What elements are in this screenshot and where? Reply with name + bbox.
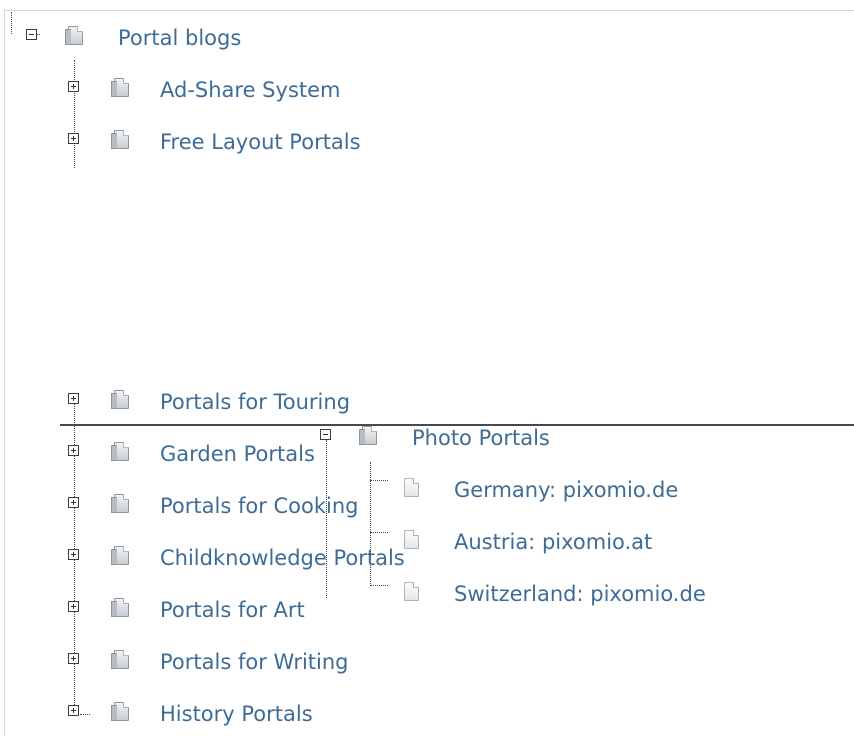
folder-icon <box>111 78 129 97</box>
folder-icon <box>111 130 129 149</box>
folder-icon <box>111 442 129 461</box>
tree-node-portals-for-art[interactable]: Portals for Art <box>68 598 368 626</box>
tree-node-portals-for-touring[interactable]: Portals for Touring <box>68 390 428 418</box>
folder-icon <box>111 546 129 565</box>
tree-node-label: Austria: pixomio.at <box>454 530 653 554</box>
expand-icon[interactable] <box>68 549 79 560</box>
expand-icon[interactable] <box>68 393 79 404</box>
tree-panel <box>4 10 854 736</box>
tree-connector-line <box>326 440 327 598</box>
expand-icon[interactable] <box>68 497 79 508</box>
folder-icon <box>111 598 129 617</box>
folder-icon <box>111 390 129 409</box>
expand-icon[interactable] <box>68 705 79 716</box>
tree-node-label: Ad-Share System <box>160 78 341 102</box>
tree-node-portal-blogs[interactable]: Portal blogs <box>26 26 286 54</box>
expand-icon[interactable] <box>68 653 79 664</box>
tree-node-label: Free Layout Portals <box>160 130 361 154</box>
tree-node-ad-share-system[interactable]: Ad-Share System <box>68 78 408 106</box>
folder-icon <box>111 702 129 721</box>
tree-node-label: Childknowledge Portals <box>160 546 405 570</box>
document-icon <box>404 478 419 497</box>
tree-node-label: Portals for Art <box>160 598 305 622</box>
tree-node-portals-for-cooking[interactable]: Portals for Cooking <box>68 494 428 522</box>
folder-icon <box>359 426 377 445</box>
collapse-icon[interactable] <box>26 29 37 40</box>
document-icon <box>404 582 419 601</box>
document-icon <box>404 530 419 549</box>
tree-node-label: Garden Portals <box>160 442 315 466</box>
tree-node-label: Portal blogs <box>118 26 242 50</box>
folder-icon <box>111 494 129 513</box>
tree-node-label: Germany: pixomio.de <box>454 478 679 502</box>
tree-node-label: Portals for Writing <box>160 650 349 674</box>
expand-icon[interactable] <box>68 133 79 144</box>
tree-connector-line <box>11 12 12 34</box>
tree-connector-line <box>370 532 388 533</box>
folder-icon <box>111 650 129 669</box>
drag-node-switzerland[interactable]: Switzerland: pixomio.de <box>402 582 822 610</box>
drag-node-photo-portals[interactable]: Photo Portals <box>320 426 620 454</box>
expand-icon[interactable] <box>68 601 79 612</box>
tree-node-label: Portals for Cooking <box>160 494 359 518</box>
tree-node-label: Portals for Touring <box>160 390 351 414</box>
tree-node-label: Photo Portals <box>412 426 550 450</box>
tree-node-label: Switzerland: pixomio.de <box>454 582 706 606</box>
tree-node-free-layout-portals[interactable]: Free Layout Portals <box>68 130 448 158</box>
collapse-icon[interactable] <box>320 429 331 440</box>
folder-icon <box>65 26 83 45</box>
expand-icon[interactable] <box>68 81 79 92</box>
tree-node-history-portals[interactable]: History Portals <box>68 702 388 730</box>
tree-node-label: History Portals <box>160 702 313 726</box>
drag-node-austria[interactable]: Austria: pixomio.at <box>402 530 762 558</box>
tree-node-portals-for-writing[interactable]: Portals for Writing <box>68 650 428 678</box>
expand-icon[interactable] <box>68 445 79 456</box>
tree-connector-line <box>370 480 388 481</box>
drag-node-germany[interactable]: Germany: pixomio.de <box>402 478 762 506</box>
tree-connector-line <box>370 585 388 586</box>
